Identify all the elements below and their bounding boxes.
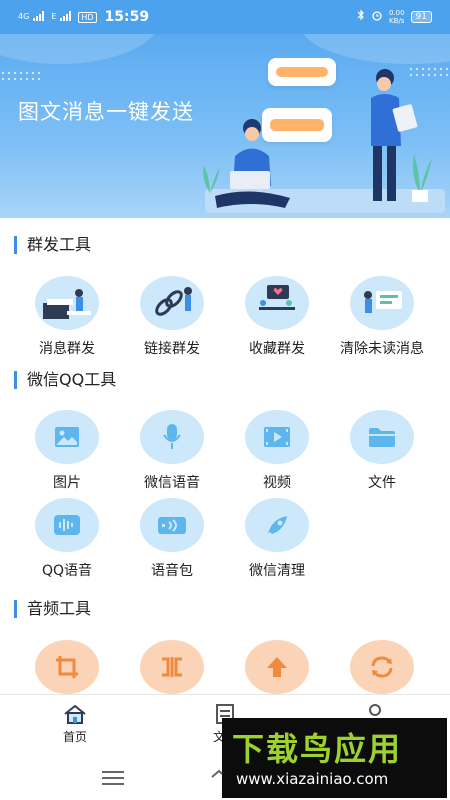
refresh-icon [350,640,414,694]
tool-label: 微信清理 [249,563,305,579]
message-broadcast-illustration [35,276,99,330]
tool-video[interactable]: 视频 [225,410,329,492]
alarm-icon [371,9,383,25]
upload-arrow-icon [245,640,309,694]
tool-label: 图片 [53,475,81,491]
status-bar: 4G E HD 15:59 0.00 KB/s 91 [0,0,450,34]
voice-wave-icon [35,498,99,552]
tool-wechat-voice[interactable]: 微信语音 [120,410,224,492]
menu-icon[interactable] [102,770,124,789]
clear-unread-illustration [350,276,414,330]
tool-label: 语音包 [151,563,193,579]
tool-favorites-broadcast[interactable]: 收藏群发 [225,276,329,358]
tool-label: 收藏群发 [249,341,305,357]
nav-home[interactable]: 首页 [35,703,115,745]
home-icon [35,703,115,728]
tool-voice-pack[interactable]: 语音包 [120,498,224,580]
watermark-title: 下载鸟应用 [232,730,403,768]
plant-illustration [412,154,432,202]
watermark-url: www.xiazainiao.com [236,770,389,788]
tool-link-broadcast[interactable]: 链接群发 [120,276,224,358]
network2-label: E [51,12,57,21]
rocket-icon [245,498,309,552]
decor-dots [0,70,40,84]
signal-icon [33,10,47,25]
tool-image[interactable]: 图片 [15,410,119,492]
nav-home-label: 首页 [62,730,87,744]
image-icon [35,410,99,464]
tool-qq-voice[interactable]: QQ语音 [15,498,119,580]
video-icon [245,410,309,464]
hero-banner[interactable]: 图文消息一键发送 [0,34,450,218]
bluetooth-icon [357,9,365,25]
hd-badge: HD [78,11,97,23]
tool-wechat-clean[interactable]: 微信清理 [225,498,329,580]
tool-label: 消息群发 [39,341,95,357]
tool-label: 视频 [263,475,291,491]
crop-icon [35,640,99,694]
tool-clear-unread[interactable]: 清除未读消息 [330,276,434,358]
section-title-wechat-qq: 微信QQ工具 [14,371,116,389]
watermark-logo: 下载鸟应用 www.xiazainiao.com [222,718,447,798]
clock: 15:59 [104,9,150,25]
tool-label: QQ语音 [41,563,93,579]
net-speed: 0.00 KB/s [388,9,405,25]
plant-illustration [203,165,220,193]
network-label: 4G [18,12,30,21]
tool-audio-convert[interactable] [330,640,434,694]
section-title-audio: 音频工具 [14,600,91,618]
signal2-icon [60,10,74,25]
tool-label: 文件 [368,475,396,491]
tool-audio-upload[interactable] [225,640,329,694]
voice-pack-icon [140,498,204,552]
favorites-broadcast-illustration [245,276,309,330]
banner-title: 图文消息一键发送 [18,100,194,124]
chat-bubble-icon [268,58,336,86]
tool-audio-crop[interactable] [15,640,119,694]
battery-indicator: 91 [410,11,432,23]
decor-wave [0,34,160,64]
tool-label: 微信语音 [144,475,200,491]
tool-label: 清除未读消息 [340,341,424,357]
tool-label: 链接群发 [144,341,200,357]
tool-audio-split[interactable] [120,640,224,694]
section-title-broadcast: 群发工具 [14,236,91,254]
split-merge-icon [140,640,204,694]
link-broadcast-illustration [140,276,204,330]
tool-file[interactable]: 文件 [330,410,434,492]
microphone-icon [140,410,204,464]
tool-message-broadcast[interactable]: 消息群发 [15,276,119,358]
folder-icon [350,410,414,464]
